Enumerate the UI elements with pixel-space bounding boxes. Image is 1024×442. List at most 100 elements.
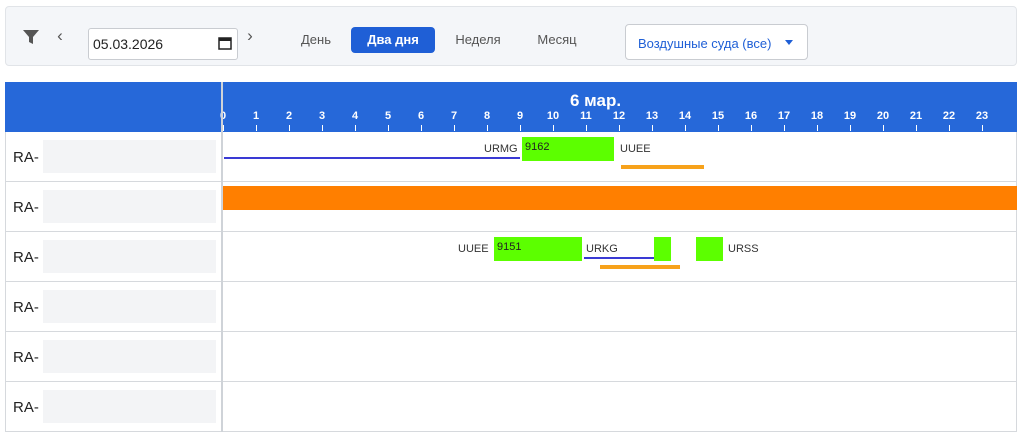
hour-tick: [817, 125, 818, 131]
hour-label: 22: [942, 110, 956, 122]
timeline-header: 6 мар. 0 1 2 3 4 5 6 7 8 9 10 11 12 13 14 15 16 17 18 19 20 2…: [5, 82, 1017, 132]
flight-number: 9162: [525, 141, 550, 153]
hour-tick: [454, 125, 455, 131]
flight-destination: UUEE: [620, 143, 651, 155]
ground-link-line: [584, 257, 656, 259]
hour-tick: [685, 125, 686, 131]
day-label: 6 мар.: [570, 91, 622, 110]
maintenance-bar[interactable]: [221, 186, 1017, 210]
hour-tick: [982, 125, 983, 131]
flight-stop: URKG: [586, 243, 618, 255]
column-divider: [221, 82, 223, 432]
calendar-icon[interactable]: [218, 36, 232, 50]
hour-tick: [751, 125, 752, 131]
ground-time-bar: [600, 265, 680, 269]
aircraft-label: RA-: [13, 249, 39, 266]
hour-label: 15: [711, 110, 725, 122]
flight-bar[interactable]: 9151: [494, 237, 582, 261]
aircraft-reg-field: [43, 390, 216, 423]
hour-label: 16: [744, 110, 758, 122]
toolbar: ‹ 05.03.2026 › День Два дня Неделя Месяц…: [5, 6, 1017, 66]
aircraft-row[interactable]: RA-: [5, 182, 1017, 232]
hour-tick: [223, 125, 224, 131]
hour-label: 19: [843, 110, 857, 122]
aircraft-filter-dropdown[interactable]: Воздушные суда (все): [625, 24, 808, 60]
aircraft-reg-field: [43, 290, 216, 323]
aircraft-label: RA-: [13, 199, 39, 216]
aircraft-row[interactable]: RA-: [5, 382, 1017, 432]
aircraft-row[interactable]: RA- URMG 9162 UUEE: [5, 132, 1017, 182]
aircraft-filter-label: Воздушные суда (все): [638, 36, 772, 51]
date-value: 05.03.2026: [93, 36, 164, 52]
hour-tick: [553, 125, 554, 131]
flight-bar[interactable]: [696, 237, 723, 261]
hour-label: 1: [252, 110, 260, 122]
aircraft-reg-field: [43, 240, 216, 273]
hour-label: 18: [810, 110, 824, 122]
tab-month[interactable]: Месяц: [530, 27, 584, 53]
tab-week[interactable]: Неделя: [446, 27, 510, 53]
tab-two-days[interactable]: Два дня: [351, 27, 435, 53]
hour-label: 11: [580, 110, 592, 122]
hour-tick: [520, 125, 521, 131]
hour-tick: [883, 125, 884, 131]
hour-tick: [421, 125, 422, 131]
hour-label: 23: [975, 110, 989, 122]
ground-link-line: [224, 157, 520, 159]
hour-label: 2: [285, 110, 293, 122]
hour-tick: [289, 125, 290, 131]
hour-tick: [355, 125, 356, 131]
hour-label: 17: [777, 110, 791, 122]
chevron-down-icon: [785, 40, 793, 45]
prev-date-button[interactable]: ‹: [50, 26, 70, 48]
aircraft-row[interactable]: RA- UUEE 9151 URKG URSS: [5, 232, 1017, 282]
filter-icon[interactable]: [22, 28, 40, 46]
hour-label: 8: [483, 110, 491, 122]
hour-tick: [256, 125, 257, 131]
hour-tick: [784, 125, 785, 131]
hour-label: 9: [516, 110, 524, 122]
aircraft-reg-field: [43, 340, 216, 373]
aircraft-label: RA-: [13, 149, 39, 166]
hour-label: 4: [351, 110, 359, 122]
hour-label: 7: [450, 110, 458, 122]
flight-origin: UUEE: [458, 243, 489, 255]
flight-bar[interactable]: [654, 237, 671, 261]
hour-tick: [619, 125, 620, 131]
aircraft-label: RA-: [13, 399, 39, 416]
flight-number: 9151: [497, 241, 522, 253]
hour-tick: [487, 125, 488, 131]
hour-tick: [850, 125, 851, 131]
next-date-button[interactable]: ›: [240, 26, 260, 48]
hour-tick: [388, 125, 389, 131]
hour-label: 21: [909, 110, 923, 122]
hour-label: 10: [546, 110, 560, 122]
flight-destination: URSS: [728, 243, 759, 255]
hour-tick: [652, 125, 653, 131]
hour-tick: [916, 125, 917, 131]
hour-label: 14: [678, 110, 692, 122]
flight-bar[interactable]: 9162: [522, 137, 614, 161]
aircraft-row[interactable]: RA-: [5, 332, 1017, 382]
hour-label: 13: [645, 110, 659, 122]
hour-tick: [718, 125, 719, 131]
hour-label: 0: [219, 110, 227, 122]
aircraft-row[interactable]: RA-: [5, 282, 1017, 332]
hour-label: 12: [612, 110, 626, 122]
hour-tick: [586, 125, 587, 131]
aircraft-reg-field: [43, 140, 216, 173]
hour-tick: [949, 125, 950, 131]
hour-tick: [322, 125, 323, 131]
schedule-grid: 6 мар. 0 1 2 3 4 5 6 7 8 9 10 11 12 13 14 15 16 17 18 19 20 2…: [5, 82, 1017, 432]
hour-label: 20: [876, 110, 890, 122]
hour-label: 5: [384, 110, 392, 122]
hour-label: 6: [417, 110, 425, 122]
tab-day[interactable]: День: [294, 27, 338, 53]
hour-label: 3: [318, 110, 326, 122]
aircraft-label: RA-: [13, 349, 39, 366]
ground-time-bar: [621, 165, 704, 169]
aircraft-label: RA-: [13, 299, 39, 316]
flight-origin: URMG: [484, 143, 518, 155]
date-input[interactable]: 05.03.2026: [88, 28, 240, 60]
aircraft-reg-field: [43, 190, 216, 223]
